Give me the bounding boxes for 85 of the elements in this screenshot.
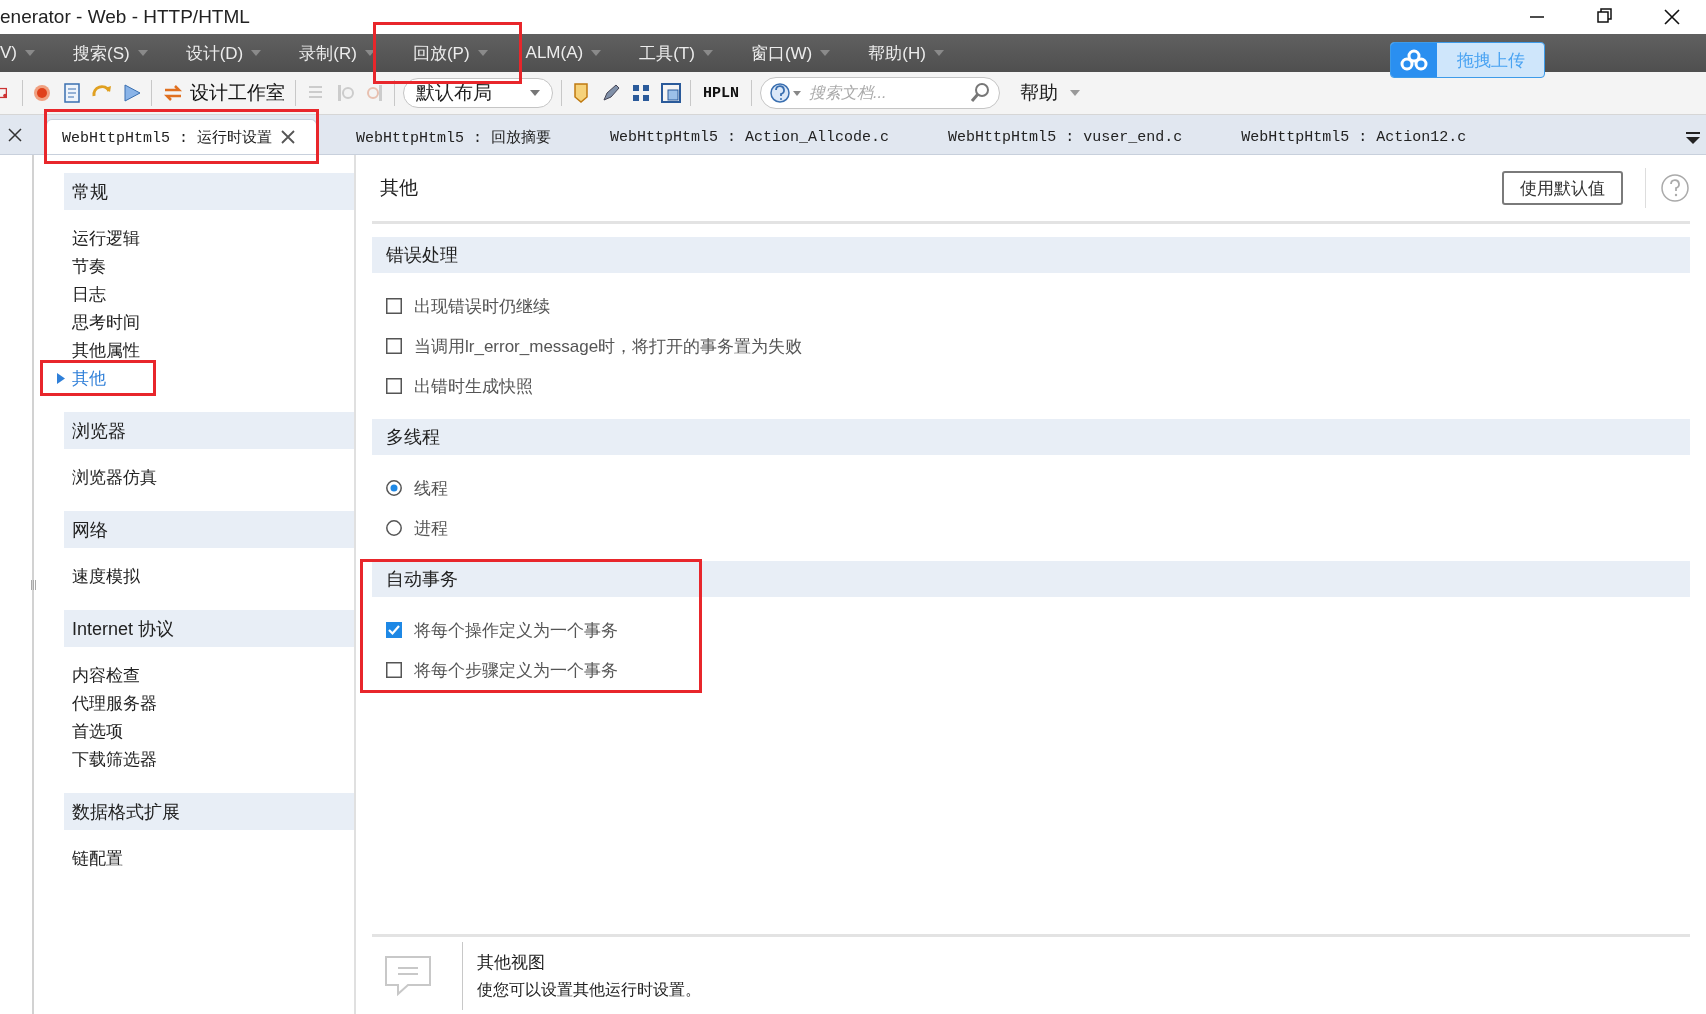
sidebar-item[interactable]: 首选项	[56, 717, 354, 745]
sidebar-item[interactable]: 其他属性	[56, 336, 354, 364]
sidebar-item[interactable]: 下载筛选器	[56, 745, 354, 773]
window-title: enerator - Web - HTTP/HTML	[0, 6, 250, 28]
checkbox[interactable]	[386, 378, 402, 394]
option-label: 当调用lr_error_message时，将打开的事务置为失败	[414, 335, 803, 358]
option-label: 线程	[414, 477, 448, 500]
page-title: 其他	[379, 176, 419, 200]
option-label: 将每个步骤定义为一个事务	[414, 659, 618, 682]
option-label: 出现错误时仍继续	[414, 295, 550, 318]
section-header: 浏览器	[64, 412, 354, 449]
selection-arrow-icon	[57, 373, 65, 384]
caret-icon	[477, 50, 488, 56]
section-header: 常规	[64, 173, 354, 210]
menu-item[interactable]: ALM(A)	[503, 34, 618, 72]
checkbox[interactable]	[386, 298, 402, 314]
search-icon[interactable]	[969, 82, 991, 104]
caret-icon	[364, 50, 375, 56]
checkbox[interactable]	[386, 338, 402, 354]
layout-dropdown[interactable]: 默认布局	[403, 78, 553, 108]
radio-button[interactable]	[386, 520, 402, 536]
caret-icon	[251, 50, 262, 56]
radio-button[interactable]	[386, 480, 402, 496]
record-icon[interactable]	[31, 82, 53, 104]
tab[interactable]: WebHttpHtml5 : 回放摘要	[341, 120, 572, 154]
option-label: 将每个操作定义为一个事务	[414, 619, 618, 642]
caret-icon	[702, 50, 713, 56]
design-studio-button[interactable]: 设计工作室	[160, 80, 287, 106]
play-icon[interactable]	[121, 82, 143, 104]
section-header: 网络	[64, 511, 354, 548]
sidebar-item[interactable]: 代理服务器	[56, 689, 354, 717]
menu-item[interactable]: 录制(R)	[277, 34, 391, 72]
tab[interactable]: WebHttpHtml5 : 运行时设置	[46, 119, 318, 154]
help-icon	[769, 82, 803, 104]
sidebar-item[interactable]: 运行逻辑	[56, 224, 354, 252]
close-icon[interactable]	[280, 129, 297, 145]
option-label: 进程	[414, 517, 448, 540]
hpln-button[interactable]: HPLN	[699, 84, 743, 102]
caret-icon	[820, 50, 831, 56]
sidebar-item[interactable]: 速度模拟	[56, 562, 354, 590]
sidebar-item[interactable]: 浏览器仿真	[56, 463, 354, 491]
menu-item[interactable]: 工具(T)	[617, 34, 729, 72]
caret-icon	[530, 90, 540, 96]
speech-bubble-icon	[382, 953, 434, 998]
section-header: 自动事务	[372, 561, 1690, 597]
checkbox[interactable]	[386, 622, 402, 638]
caret-icon	[1070, 90, 1080, 96]
search-field[interactable]: 搜索文档...	[760, 77, 1000, 109]
menu-item[interactable]: 搜索(S)	[51, 34, 164, 72]
menu-item[interactable]: 设计(D)	[163, 34, 278, 72]
sidebar-item[interactable]: 内容检查	[56, 661, 354, 689]
menu-item[interactable]: 回放(P)	[390, 34, 504, 72]
search-input[interactable]: 搜索文档...	[807, 83, 965, 103]
help-menu[interactable]: 帮助	[1020, 80, 1080, 106]
option-label: 出错时生成快照	[414, 375, 533, 398]
splitter-grip-icon[interactable]	[31, 579, 36, 590]
document-icon[interactable]	[61, 82, 83, 104]
tab[interactable]: WebHttpHtml5 : Action12.c	[1226, 120, 1487, 154]
sidebar-item[interactable]: 日志	[56, 280, 354, 308]
menu-item[interactable]: V)	[0, 34, 51, 72]
footer-title: 其他视图	[477, 951, 546, 974]
tab[interactable]: WebHttpHtml5 : Action_Allcode.c	[595, 120, 910, 154]
section-header: 数据格式扩展	[64, 793, 354, 830]
section-header: 错误处理	[372, 237, 1690, 273]
caret-icon	[137, 50, 148, 56]
caret-icon	[933, 50, 944, 56]
window-icon[interactable]	[660, 82, 682, 104]
caret-icon	[591, 50, 602, 56]
checkbox[interactable]	[386, 662, 402, 678]
pen-icon[interactable]	[600, 82, 622, 104]
section-header: Internet 协议	[64, 610, 354, 647]
caret-icon	[25, 50, 35, 56]
cloud-icon	[1399, 49, 1429, 71]
section-header: 多线程	[372, 419, 1690, 455]
sidebar-item[interactable]: 节奏	[56, 252, 354, 280]
tab[interactable]: WebHttpHtml5 : vuser_end.c	[933, 120, 1203, 154]
sidebar-item[interactable]: 其他	[56, 364, 354, 392]
sidebar-item[interactable]: 思考时间	[56, 308, 354, 336]
tab-overflow-icon[interactable]	[1686, 132, 1700, 144]
use-defaults-button[interactable]: 使用默认值	[1502, 171, 1623, 205]
sidebar-item[interactable]: 链配置	[56, 844, 354, 872]
menu-item[interactable]: 窗口(W)	[728, 34, 847, 72]
menu-item[interactable]: 帮助(H)	[846, 34, 960, 72]
footer-description: 使您可以设置其他运行时设置。	[477, 979, 701, 1000]
grid-icon[interactable]	[630, 82, 652, 104]
